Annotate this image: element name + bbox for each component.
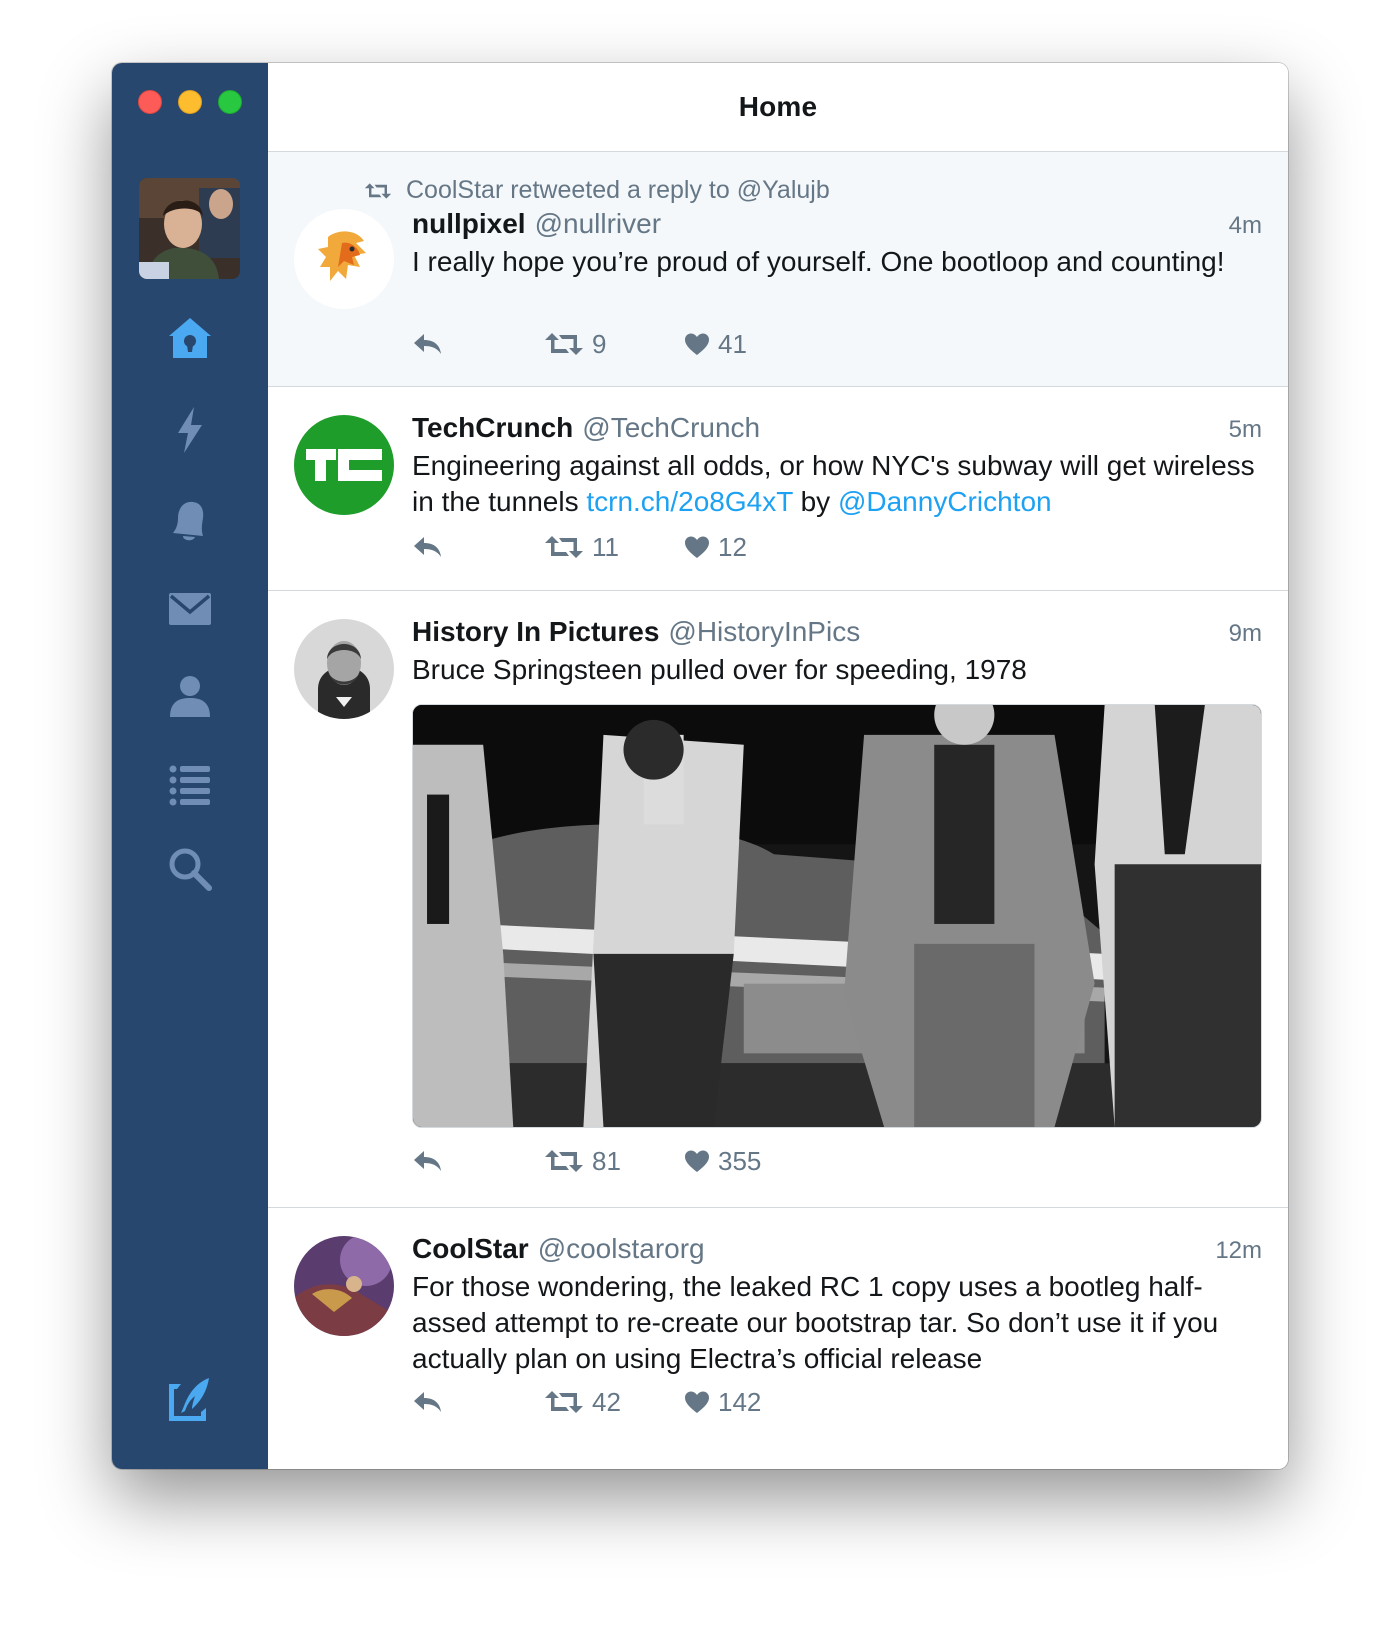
sidebar-item-profile[interactable] bbox=[164, 670, 216, 722]
account-avatar[interactable] bbox=[139, 178, 240, 279]
compose-button[interactable] bbox=[164, 1375, 216, 1427]
tweet-photo[interactable] bbox=[412, 704, 1262, 1128]
tweet-text: I really hope you’re proud of yourself. … bbox=[412, 246, 1225, 277]
app-window: Home CoolStar retweeted a reply to @Yalu… bbox=[112, 63, 1288, 1469]
avatar[interactable] bbox=[294, 1236, 394, 1336]
retweet-button[interactable]: 9 bbox=[544, 329, 684, 360]
lightning-icon bbox=[178, 407, 202, 453]
minimize-window-button[interactable] bbox=[178, 90, 202, 114]
sidebar-item-messages[interactable] bbox=[164, 583, 216, 635]
handle[interactable]: @coolstarorg bbox=[538, 1231, 705, 1267]
display-name[interactable]: History In Pictures bbox=[412, 614, 659, 650]
display-name[interactable]: nullpixel bbox=[412, 206, 526, 242]
avatar[interactable] bbox=[294, 415, 394, 515]
tweet-text: Engineering against all odds, or how NYC… bbox=[412, 448, 1262, 520]
title-bar: Home bbox=[268, 63, 1288, 152]
retweet-icon bbox=[544, 534, 584, 560]
like-button[interactable]: 41 bbox=[684, 329, 747, 360]
home-icon bbox=[169, 318, 211, 358]
like-count: 12 bbox=[718, 531, 747, 562]
like-count: 355 bbox=[718, 1145, 762, 1176]
retweet-count: 9 bbox=[592, 328, 607, 359]
tweet[interactable]: TechCrunch @TechCrunch 5m Engineering ag… bbox=[268, 387, 1288, 591]
avatar[interactable] bbox=[294, 619, 394, 719]
reply-button[interactable] bbox=[412, 332, 544, 356]
like-count: 41 bbox=[718, 328, 747, 359]
sidebar-item-home[interactable] bbox=[164, 313, 216, 365]
retweet-icon bbox=[544, 1148, 584, 1174]
timeline-pane: Home CoolStar retweeted a reply to @Yalu… bbox=[268, 63, 1288, 1469]
tweet[interactable]: History In Pictures @HistoryInPics 9m Br… bbox=[268, 591, 1288, 1208]
bell-icon bbox=[173, 501, 204, 541]
like-button[interactable]: 12 bbox=[684, 532, 747, 563]
sidebar-item-moments[interactable] bbox=[164, 404, 216, 456]
retweet-icon bbox=[544, 1389, 584, 1415]
retweet-count: 11 bbox=[592, 531, 619, 562]
like-count: 142 bbox=[718, 1386, 762, 1417]
window-controls bbox=[138, 90, 242, 114]
person-icon bbox=[170, 676, 210, 717]
compose-icon bbox=[169, 1378, 209, 1421]
retweet-count: 81 bbox=[592, 1145, 621, 1176]
tweet-actions: 42 142 bbox=[412, 1382, 761, 1422]
display-name[interactable]: CoolStar bbox=[412, 1231, 529, 1267]
tweet-actions: 81 355 bbox=[412, 1141, 761, 1181]
retweet-button[interactable]: 42 bbox=[544, 1387, 684, 1418]
tweet-text: For those wondering, the leaked RC 1 cop… bbox=[412, 1271, 1219, 1374]
sidebar-item-search[interactable] bbox=[164, 843, 216, 895]
reply-icon bbox=[412, 1149, 444, 1173]
heart-icon bbox=[684, 1390, 710, 1414]
retweet-count: 42 bbox=[592, 1386, 621, 1417]
retweet-small-icon bbox=[364, 182, 392, 200]
retweet-button[interactable]: 11 bbox=[544, 532, 684, 563]
retweet-context: CoolStar retweeted a reply to @Yalujb bbox=[364, 176, 830, 205]
tweet-link[interactable]: tcrn.ch/2o8G4xT bbox=[586, 486, 792, 517]
envelope-icon bbox=[169, 593, 211, 625]
heart-icon bbox=[684, 332, 710, 356]
like-button[interactable]: 142 bbox=[684, 1387, 761, 1418]
tweet[interactable]: CoolStar retweeted a reply to @Yalujb nu… bbox=[268, 152, 1288, 387]
timestamp[interactable]: 9m bbox=[1229, 616, 1262, 652]
mention-link[interactable]: @DannyCrichton bbox=[838, 486, 1052, 517]
tweet[interactable]: CoolStar @coolstarorg 12m For those wond… bbox=[268, 1208, 1288, 1448]
heart-icon bbox=[684, 535, 710, 559]
retweet-icon bbox=[544, 331, 584, 357]
reply-icon bbox=[412, 1390, 444, 1414]
handle[interactable]: @nullriver bbox=[535, 206, 661, 242]
sidebar-item-lists[interactable] bbox=[164, 757, 216, 809]
timestamp[interactable]: 12m bbox=[1215, 1233, 1262, 1269]
sidebar bbox=[112, 63, 268, 1469]
retweet-button[interactable]: 81 bbox=[544, 1146, 684, 1177]
page-title: Home bbox=[738, 91, 818, 122]
maximize-window-button[interactable] bbox=[218, 90, 242, 114]
timestamp[interactable]: 5m bbox=[1229, 412, 1262, 448]
tweet-actions: 9 41 bbox=[412, 324, 747, 364]
display-name[interactable]: TechCrunch bbox=[412, 410, 573, 446]
reply-icon bbox=[412, 332, 444, 356]
like-button[interactable]: 355 bbox=[684, 1146, 761, 1177]
tweet-text: Bruce Springsteen pulled over for speedi… bbox=[412, 654, 1027, 685]
sidebar-item-notifications[interactable] bbox=[164, 495, 216, 547]
reply-button[interactable] bbox=[412, 535, 544, 559]
handle[interactable]: @TechCrunch bbox=[582, 410, 760, 446]
list-icon bbox=[169, 765, 210, 806]
retweet-context-text: CoolStar retweeted a reply to @Yalujb bbox=[406, 176, 830, 204]
heart-icon bbox=[684, 1149, 710, 1173]
reply-button[interactable] bbox=[412, 1390, 544, 1414]
timestamp[interactable]: 4m bbox=[1229, 208, 1262, 244]
reply-icon bbox=[412, 535, 444, 559]
reply-button[interactable] bbox=[412, 1149, 544, 1173]
handle[interactable]: @HistoryInPics bbox=[668, 614, 860, 650]
tweet-text-part: by bbox=[792, 486, 838, 517]
tweet-actions: 11 12 bbox=[412, 527, 747, 567]
search-icon bbox=[169, 848, 212, 891]
avatar[interactable] bbox=[294, 209, 394, 309]
close-window-button[interactable] bbox=[138, 90, 162, 114]
